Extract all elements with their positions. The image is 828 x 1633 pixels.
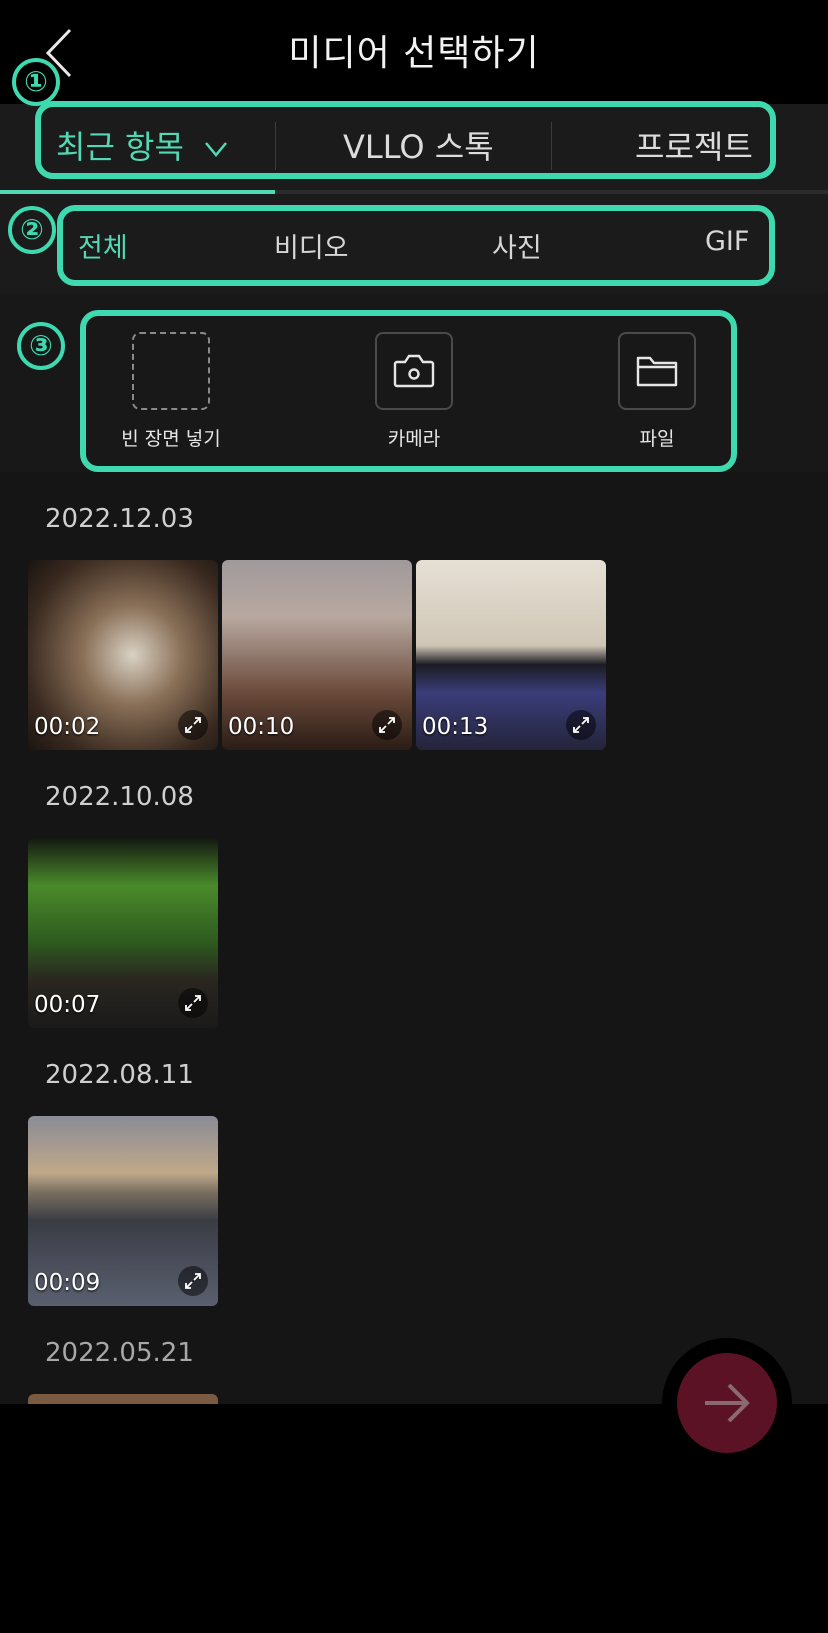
duration-label: 00:09 xyxy=(34,1270,101,1296)
media-thumbnail[interactable]: 00:09 xyxy=(28,1116,218,1306)
duration-label: 00:10 xyxy=(228,714,295,740)
date-header: 2022.05.21 xyxy=(45,1338,194,1368)
media-thumbnail[interactable] xyxy=(28,1394,218,1404)
annotation-box-3 xyxy=(80,310,737,472)
duration-label: 00:07 xyxy=(34,992,101,1018)
annotation-number-2: ② xyxy=(8,206,56,254)
expand-button[interactable] xyxy=(178,988,208,1018)
media-thumbnail[interactable]: 00:07 xyxy=(28,838,218,1028)
duration-label: 00:13 xyxy=(422,714,489,740)
media-list[interactable]: 2022.12.03 00:02 00:10 00:13 2022.10.08 … xyxy=(0,472,828,1404)
expand-icon xyxy=(185,995,201,1011)
media-thumbnail[interactable]: 00:10 xyxy=(222,560,412,750)
duration-label: 00:02 xyxy=(34,714,101,740)
annotation-number-1: ① xyxy=(12,58,60,106)
annotation-number-3: ③ xyxy=(17,322,65,370)
expand-button[interactable] xyxy=(178,710,208,740)
annotation-box-1 xyxy=(35,101,776,179)
expand-icon xyxy=(573,717,589,733)
media-thumbnail[interactable]: 00:02 xyxy=(28,560,218,750)
expand-icon xyxy=(185,1273,201,1289)
arrow-right-icon xyxy=(705,1383,750,1423)
annotation-box-2 xyxy=(57,205,775,286)
date-header: 2022.08.11 xyxy=(45,1060,194,1090)
media-thumbnail[interactable]: 00:13 xyxy=(416,560,606,750)
date-header: 2022.10.08 xyxy=(45,782,194,812)
expand-icon xyxy=(379,717,395,733)
expand-button[interactable] xyxy=(566,710,596,740)
page-title: 미디어 선택하기 xyxy=(288,33,540,74)
expand-icon xyxy=(185,717,201,733)
date-header: 2022.12.03 xyxy=(45,504,194,534)
next-button[interactable] xyxy=(677,1353,777,1453)
expand-button[interactable] xyxy=(372,710,402,740)
expand-button[interactable] xyxy=(178,1266,208,1296)
